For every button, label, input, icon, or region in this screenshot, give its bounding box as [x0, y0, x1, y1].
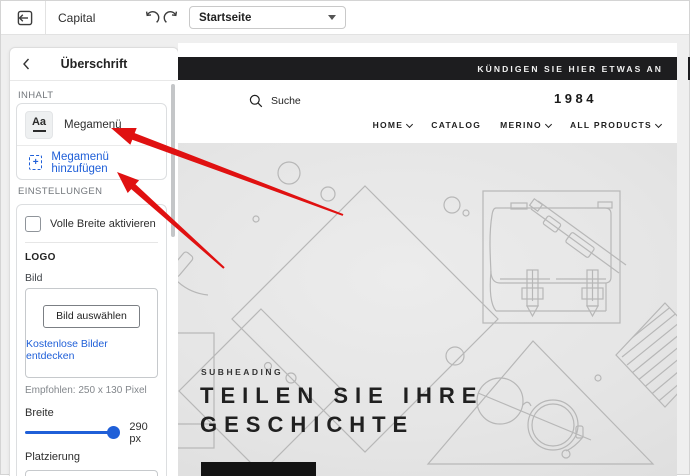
megamenu-item-label: Megamenü	[64, 118, 122, 131]
search-icon	[249, 94, 263, 108]
section-label-inhalt: INHALT	[18, 90, 54, 101]
toolbar-divider	[45, 1, 46, 34]
nav-item-merino[interactable]: MERINO	[500, 120, 553, 130]
select-image-button[interactable]: Bild auswählen	[43, 304, 140, 328]
image-field-label: Bild	[25, 272, 43, 284]
hero-heading: TEILEN SIE IHRE GESCHICHTE	[200, 381, 483, 439]
header-settings-panel: Überschrift INHALT Aa Megamenü + Megamen…	[9, 47, 179, 476]
full-width-checkbox[interactable]	[25, 216, 41, 232]
hero-heading-line1: TEILEN SIE IHRE	[200, 383, 484, 408]
section-label-einstellungen: EINSTELLUNGEN	[18, 186, 103, 197]
divider	[25, 242, 158, 243]
width-value: 290 px	[129, 420, 148, 445]
chevron-down-icon	[406, 120, 414, 128]
width-slider-handle[interactable]	[107, 426, 121, 439]
logo-section-label: LOGO	[25, 252, 56, 263]
hero-subheading: SUBHEADING	[201, 367, 284, 377]
placement-select[interactable]: Mitte	[25, 470, 158, 476]
add-megamenu-button[interactable]: + Megamenü hinzufügen	[17, 146, 166, 179]
logo-image-dropzone[interactable]: Bild auswählen Kostenlose Bilder entdeck…	[25, 288, 158, 378]
nav-item-all-products[interactable]: ALL PRODUCTS	[570, 120, 663, 130]
announcement-text: KÜNDIGEN SIE HIER ETWAS AN	[477, 63, 663, 74]
exit-icon	[15, 8, 35, 28]
site-search[interactable]: Suche	[249, 94, 301, 108]
hero-heading-line2: GESCHICHTE	[200, 412, 415, 437]
content-card: Aa Megamenü + Megamenü hinzufügen	[16, 103, 167, 180]
hero-cta-button[interactable]	[201, 462, 316, 476]
site-nav: HOME CATALOG MERINO ALL PRODUCTS	[373, 120, 663, 130]
redo-button[interactable]	[163, 9, 181, 27]
undo-button[interactable]	[142, 9, 160, 27]
add-dashed-plus-icon: +	[29, 155, 43, 170]
hero-section: SUBHEADING TEILEN SIE IHRE GESCHICHTE	[178, 143, 677, 476]
nav-item-home[interactable]: HOME	[373, 120, 414, 130]
nav-item-catalog[interactable]: CATALOG	[431, 120, 481, 130]
width-slider[interactable]	[25, 426, 121, 439]
site-logo[interactable]: 1984	[554, 91, 597, 106]
workspace: Überschrift INHALT Aa Megamenü + Megamen…	[1, 35, 690, 476]
editor-window: Capital Startseite Überschrift INHALT Aa…	[0, 0, 690, 476]
placement-label: Platzierung	[25, 451, 81, 463]
undo-icon	[142, 9, 160, 27]
chevron-down-icon	[328, 15, 336, 20]
settings-card: Volle Breite aktivieren LOGO Bild Bild a…	[16, 204, 167, 476]
chevron-down-icon	[544, 120, 553, 128]
site-title: Capital	[58, 11, 96, 25]
search-label: Suche	[271, 95, 301, 107]
panel-title: Überschrift	[60, 57, 128, 71]
full-width-toggle-row[interactable]: Volle Breite aktivieren	[25, 216, 158, 232]
panel-header: Überschrift	[10, 48, 178, 81]
width-label: Breite	[25, 407, 54, 419]
redo-icon	[163, 9, 181, 27]
full-width-label: Volle Breite aktivieren	[50, 218, 156, 230]
megamenu-item[interactable]: Aa Megamenü	[17, 104, 166, 146]
announcement-bar[interactable]: KÜNDIGEN SIE HIER ETWAS AN	[178, 57, 677, 80]
page-selector-value: Startseite	[199, 11, 252, 24]
exit-editor-button[interactable]	[14, 7, 35, 28]
panel-scrollbar-thumb[interactable]	[171, 84, 175, 237]
width-slider-row: 290 px	[25, 421, 158, 445]
chevron-down-icon	[654, 120, 663, 128]
site-header: Suche 1984 HOME CATALOG MERINO ALL PRODU…	[178, 80, 677, 143]
add-megamenu-label: Megamenü hinzufügen	[51, 150, 109, 175]
text-style-icon: Aa	[25, 110, 53, 139]
free-images-link[interactable]: Kostenlose Bilder entdecken	[26, 338, 157, 362]
editor-toolbar: Capital Startseite	[1, 1, 689, 35]
back-button[interactable]	[22, 58, 34, 70]
site-canvas: KÜNDIGEN SIE HIER ETWAS AN Suche 1984 HO…	[178, 43, 677, 476]
page-selector-dropdown[interactable]: Startseite	[189, 6, 346, 29]
recommended-size-text: Empfohlen: 250 x 130 Pixel	[25, 385, 147, 396]
